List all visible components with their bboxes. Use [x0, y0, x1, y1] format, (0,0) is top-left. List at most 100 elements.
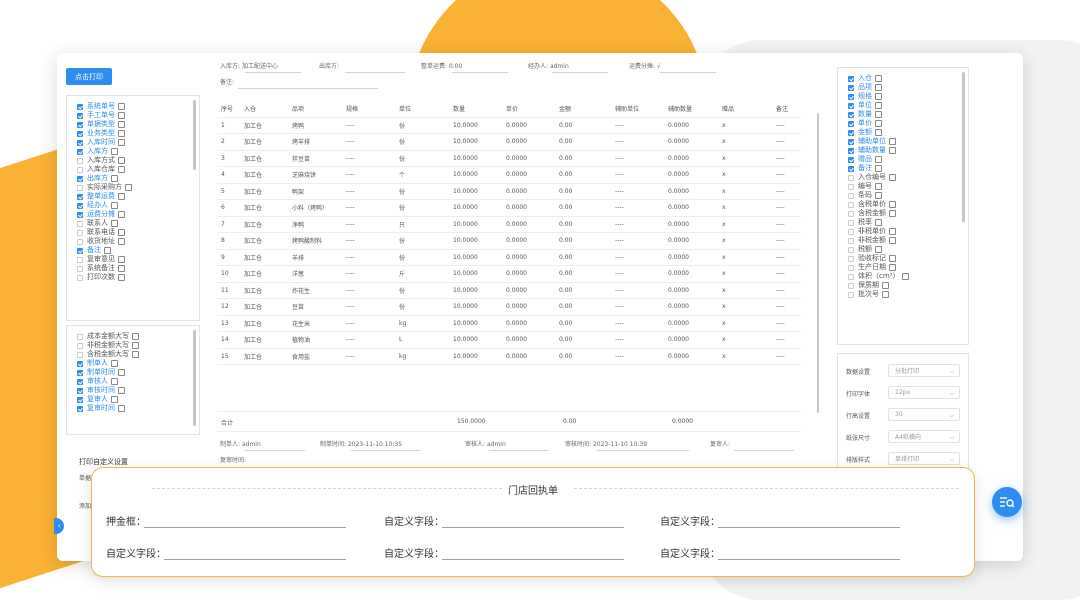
checkbox[interactable]: [848, 84, 854, 91]
checkbox-item[interactable]: 入库时间: [77, 138, 132, 147]
checkbox[interactable]: [77, 193, 83, 200]
edit-icon[interactable]: [104, 247, 111, 254]
checkbox[interactable]: [77, 333, 83, 340]
checkbox[interactable]: [848, 210, 854, 217]
checkbox-item[interactable]: 实际采购方: [77, 183, 132, 192]
checkbox[interactable]: [848, 174, 854, 181]
checkbox-item[interactable]: 手工单号: [77, 111, 132, 120]
edit-icon[interactable]: [875, 165, 882, 172]
edit-icon[interactable]: [875, 219, 882, 226]
checkbox-item[interactable]: 金额: [848, 128, 909, 137]
checkbox[interactable]: [848, 219, 854, 226]
checkbox[interactable]: [848, 237, 854, 244]
table-row[interactable]: 8 加工仓 烤鸭酸制料 ---- 份 10.0000 0.0000 0.00 ---- 0.000…: [217, 232, 801, 250]
checkbox[interactable]: [848, 201, 854, 208]
receipt-field-input[interactable]: [442, 559, 624, 560]
edit-icon[interactable]: [111, 148, 118, 155]
checkbox[interactable]: [77, 256, 83, 263]
edit-icon[interactable]: [132, 342, 139, 349]
checkbox[interactable]: [848, 183, 854, 190]
checkbox-item[interactable]: 生产日期: [848, 263, 909, 272]
edit-icon[interactable]: [118, 193, 125, 200]
checkbox[interactable]: [848, 273, 854, 280]
checkbox[interactable]: [77, 211, 83, 218]
print-button[interactable]: 点击打印: [66, 68, 112, 85]
checkbox[interactable]: [77, 247, 83, 254]
edit-icon[interactable]: [118, 256, 125, 263]
edit-icon[interactable]: [889, 147, 896, 154]
checkbox[interactable]: [77, 175, 83, 182]
checkbox-item[interactable]: 单据类型: [77, 120, 132, 129]
table-row[interactable]: 13 加工仓 花生米 ---- kg 10.0000 0.0000 0.00 ---- 0.000…: [217, 315, 801, 332]
checkbox[interactable]: [848, 129, 854, 136]
checkbox[interactable]: [77, 274, 83, 281]
edit-icon[interactable]: [118, 265, 125, 272]
edit-icon[interactable]: [889, 237, 896, 244]
table-row[interactable]: 1 加工仓 烤鸭 ---- 份 10.0000 0.0000 0.00 ---- 0.0000 x -…: [217, 117, 801, 134]
checkbox[interactable]: [77, 184, 83, 191]
checkbox-item[interactable]: 入库仓库: [77, 165, 132, 174]
edit-icon[interactable]: [111, 378, 118, 385]
edit-icon[interactable]: [118, 211, 125, 218]
edit-icon[interactable]: [875, 75, 882, 82]
checkbox[interactable]: [77, 202, 83, 209]
checkbox[interactable]: [848, 228, 854, 235]
checkbox-item[interactable]: 品项: [848, 83, 909, 92]
checkbox-item[interactable]: 税额: [848, 245, 909, 254]
table-row[interactable]: 5 加工仓 鸭架 ---- 份 10.0000 0.0000 0.00 ---- 0.0000 x -…: [217, 183, 801, 200]
edit-icon[interactable]: [875, 129, 882, 136]
receipt-field-input[interactable]: [442, 527, 624, 528]
checkbox-item[interactable]: 含税金额: [848, 209, 909, 218]
checkbox-item[interactable]: 含税单价: [848, 200, 909, 209]
setting-select[interactable]: 30 ⌵: [888, 408, 960, 421]
checkbox-item[interactable]: 制单时间: [77, 368, 139, 377]
edit-icon[interactable]: [902, 273, 910, 280]
edit-icon[interactable]: [889, 138, 896, 145]
checkbox-item[interactable]: 复审人: [77, 395, 139, 404]
edit-icon[interactable]: [889, 210, 896, 217]
setting-select[interactable]: 单排打印 ⌵: [888, 452, 960, 465]
checkbox-item[interactable]: 备注: [848, 164, 909, 173]
edit-icon[interactable]: [118, 369, 125, 376]
edit-icon[interactable]: [889, 201, 896, 208]
setting-select[interactable]: 分批打印 ⌵: [888, 364, 960, 377]
edit-icon[interactable]: [111, 220, 118, 227]
edit-icon[interactable]: [111, 360, 118, 367]
checkbox[interactable]: [77, 396, 83, 403]
checkbox-item[interactable]: 入库方: [77, 147, 132, 156]
checkbox-item[interactable]: 审核时间: [77, 386, 139, 395]
checkbox-item[interactable]: 条码: [848, 191, 909, 200]
checkbox[interactable]: [77, 121, 83, 128]
edit-icon[interactable]: [111, 202, 118, 209]
checkbox[interactable]: [848, 147, 854, 154]
edit-icon[interactable]: [118, 103, 125, 110]
receipt-field-input[interactable]: [718, 559, 900, 560]
checkbox[interactable]: [848, 282, 854, 289]
edit-icon[interactable]: [875, 111, 882, 118]
checkbox[interactable]: [848, 138, 854, 145]
edit-icon[interactable]: [111, 175, 118, 182]
setting-select[interactable]: 12px ⌵: [888, 386, 960, 399]
checkbox-item[interactable]: 编号: [848, 182, 909, 191]
checkbox[interactable]: [848, 255, 854, 262]
checkbox-item[interactable]: 入库方式: [77, 156, 132, 165]
checkbox-item[interactable]: 出库方: [77, 174, 132, 183]
table-row[interactable]: 4 加工仓 芝麻烧饼 ---- 个 10.0000 0.0000 0.00 ---- 0.0000…: [217, 166, 801, 184]
setting-select[interactable]: A4纸横向 ⌵: [888, 430, 960, 443]
table-row[interactable]: 3 加工仓 拌豆苗 ---- 份 10.0000 0.0000 0.00 ---- 0.0000 x…: [217, 150, 801, 167]
checkbox-item[interactable]: 收货地址: [77, 237, 132, 246]
checkbox-item[interactable]: 非税金额大写: [77, 341, 139, 350]
checkbox[interactable]: [77, 166, 83, 173]
checkbox-item[interactable]: 税率: [848, 218, 909, 227]
checkbox[interactable]: [77, 229, 83, 236]
checkbox[interactable]: [77, 130, 83, 137]
edit-icon[interactable]: [118, 112, 125, 119]
edit-icon[interactable]: [118, 229, 125, 236]
checkbox[interactable]: [77, 157, 83, 164]
table-row[interactable]: 2 加工仓 烤羊排 ---- 份 10.0000 0.0000 0.00 ---- 0.0000 x…: [217, 133, 801, 151]
checkbox-item[interactable]: 整单运费: [77, 192, 132, 201]
checkbox-item[interactable]: 辅助单位: [848, 137, 909, 146]
checkbox[interactable]: [77, 220, 83, 227]
checkbox-item[interactable]: 复审时间: [77, 404, 139, 413]
checkbox-item[interactable]: 规格: [848, 92, 909, 101]
